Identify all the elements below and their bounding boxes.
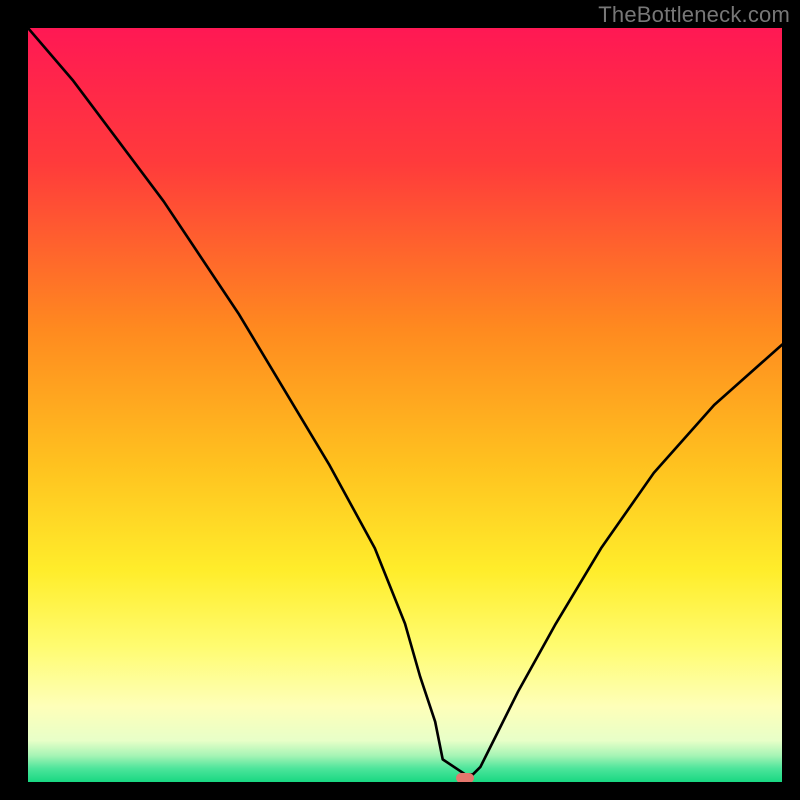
optimal-point-marker bbox=[456, 773, 474, 782]
bottleneck-chart bbox=[28, 28, 782, 782]
watermark-text: TheBottleneck.com bbox=[598, 2, 790, 28]
bottleneck-curve bbox=[28, 28, 782, 782]
